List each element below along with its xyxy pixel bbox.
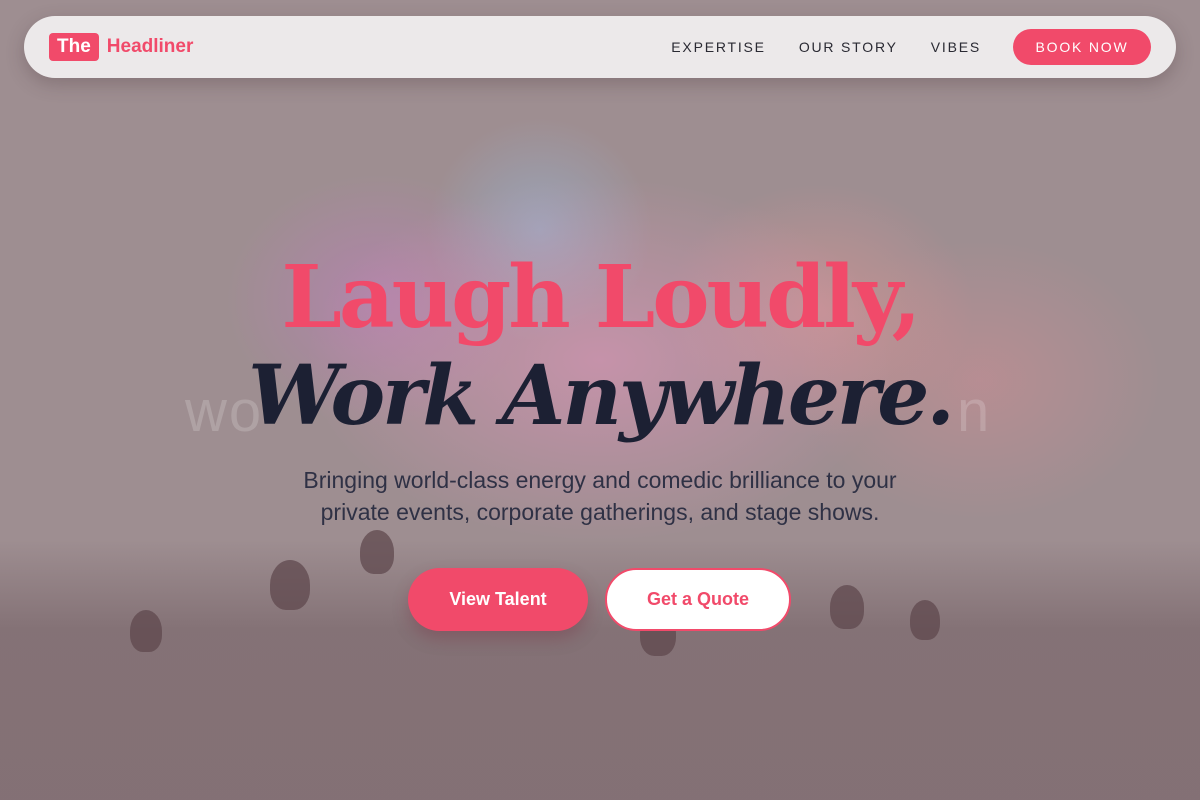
hero-headline-line2: Work Anywhere.: [248, 348, 955, 444]
silhouette-head: [130, 610, 162, 652]
hero-subtitle-line2: private events, corporate gatherings, an…: [320, 499, 880, 525]
nav-link-expertise[interactable]: EXPERTISE: [671, 39, 766, 55]
crowd-silhouette: [0, 540, 1200, 800]
silhouette-head: [360, 530, 394, 574]
hero-subtitle: Bringing world-class energy and comedic …: [0, 464, 1200, 528]
nav-links: EXPERTISE OUR STORY VIBES BOOK NOW: [671, 29, 1151, 65]
view-talent-button[interactable]: View Talent: [408, 568, 588, 631]
brand-logo[interactable]: The Headliner: [49, 33, 193, 61]
get-quote-button[interactable]: Get a Quote: [605, 568, 791, 631]
top-navbar: The Headliner EXPERTISE OUR STORY VIBES …: [24, 16, 1176, 78]
nav-link-vibes[interactable]: VIBES: [931, 39, 981, 55]
logo-text: Headliner: [106, 36, 194, 57]
book-now-button[interactable]: BOOK NOW: [1013, 29, 1151, 65]
logo-badge: The: [49, 33, 99, 61]
silhouette-head: [830, 585, 864, 629]
silhouette-head: [270, 560, 310, 610]
nav-link-our-story[interactable]: OUR STORY: [799, 39, 898, 55]
silhouette-head: [910, 600, 940, 640]
hero-headline-line1: Laugh Loudly,: [281, 247, 921, 348]
hero-subtitle-line1: Bringing world-class energy and comedic …: [303, 467, 897, 493]
